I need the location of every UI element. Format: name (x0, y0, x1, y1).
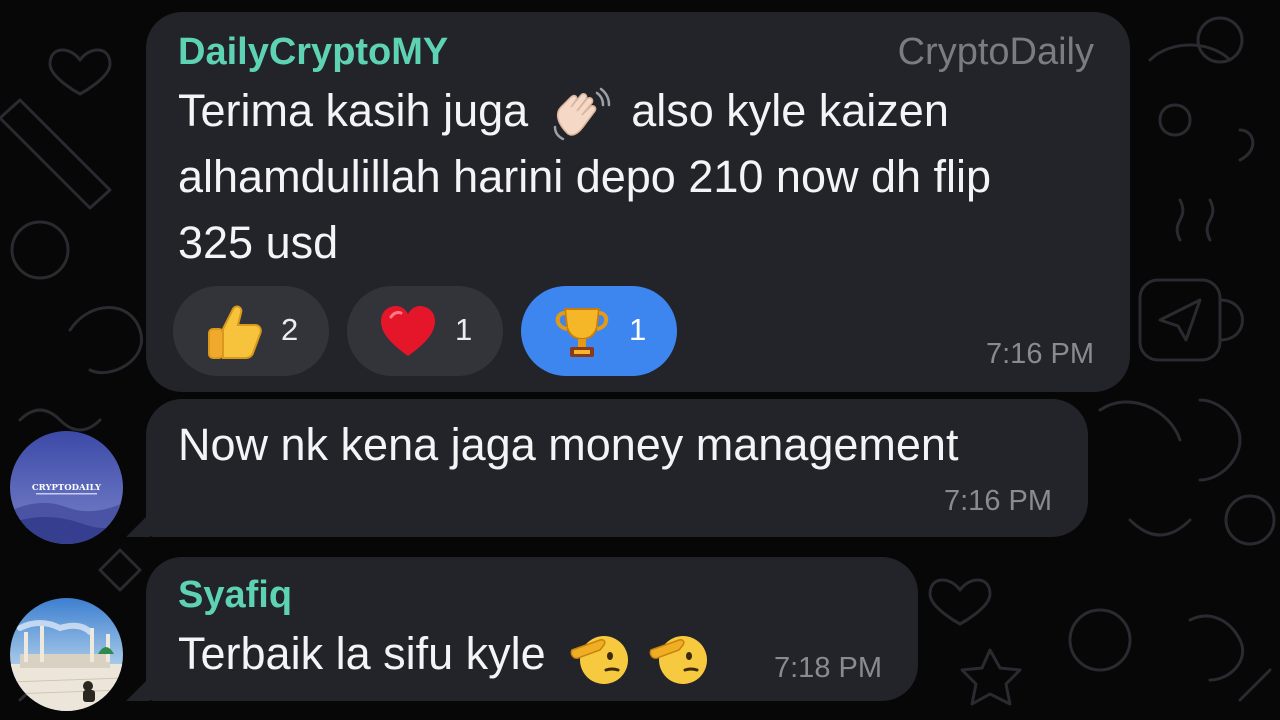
message-text-line-1: Terima kasih juga also kyle kaizen (178, 78, 949, 145)
message-bubble[interactable]: Now nk kena jaga money management 7:16 P… (146, 399, 1088, 537)
message-bubble[interactable]: DailyCryptoMY CryptoDaily Terima kasih j… (146, 12, 1130, 392)
channel-name: CryptoDaily (897, 31, 1094, 73)
reaction-count: 2 (281, 312, 299, 347)
reaction-thumbs-up[interactable]: 2 (173, 286, 329, 376)
sender-name[interactable]: DailyCryptoMY (178, 30, 448, 74)
saluting-face-emoji (570, 636, 629, 685)
message-timestamp: 7:16 PM (986, 338, 1094, 370)
trophy-emoji (555, 308, 609, 357)
red-heart-emoji (381, 306, 435, 356)
message-timestamp: 7:18 PM (774, 652, 882, 684)
avatar-cryptodaily[interactable]: CRYPTODAILY (10, 431, 123, 544)
sender-name[interactable]: Syafiq (178, 573, 292, 617)
message-timestamp: 7:16 PM (944, 485, 1052, 517)
waving-hand-emoji (553, 87, 610, 141)
message-text-segment: Terima kasih juga (178, 85, 529, 136)
message-text-segment: Terbaik la sifu kyle (178, 628, 546, 679)
thumbs-up-emoji (208, 305, 262, 359)
saluting-face-emoji (649, 636, 707, 685)
chat-view: DailyCryptoMY CryptoDaily Terima kasih j… (0, 0, 1280, 720)
cryptodaily-logo: CRYPTODAILY (10, 431, 123, 544)
message-text: Now nk kena jaga money management (178, 419, 959, 470)
message-text-line-3: 325 usd (178, 217, 339, 268)
message-text: Terbaik la sifu kyle (178, 621, 711, 688)
avatar-syafiq[interactable] (10, 598, 123, 711)
mosque-photo (10, 598, 123, 711)
reaction-count: 1 (629, 312, 647, 347)
reaction-heart[interactable]: 1 (347, 286, 503, 376)
reaction-trophy[interactable]: 1 (521, 286, 677, 376)
avatar-label: CRYPTODAILY (32, 483, 102, 493)
reaction-count: 1 (455, 312, 473, 347)
message-text-line-2: alhamdulillah harini depo 210 now dh fli… (178, 151, 992, 202)
message-bubble[interactable]: Syafiq Terbaik la sifu kyle 7:18 PM (146, 557, 918, 701)
message-text-segment: also kyle kaizen (631, 85, 949, 136)
